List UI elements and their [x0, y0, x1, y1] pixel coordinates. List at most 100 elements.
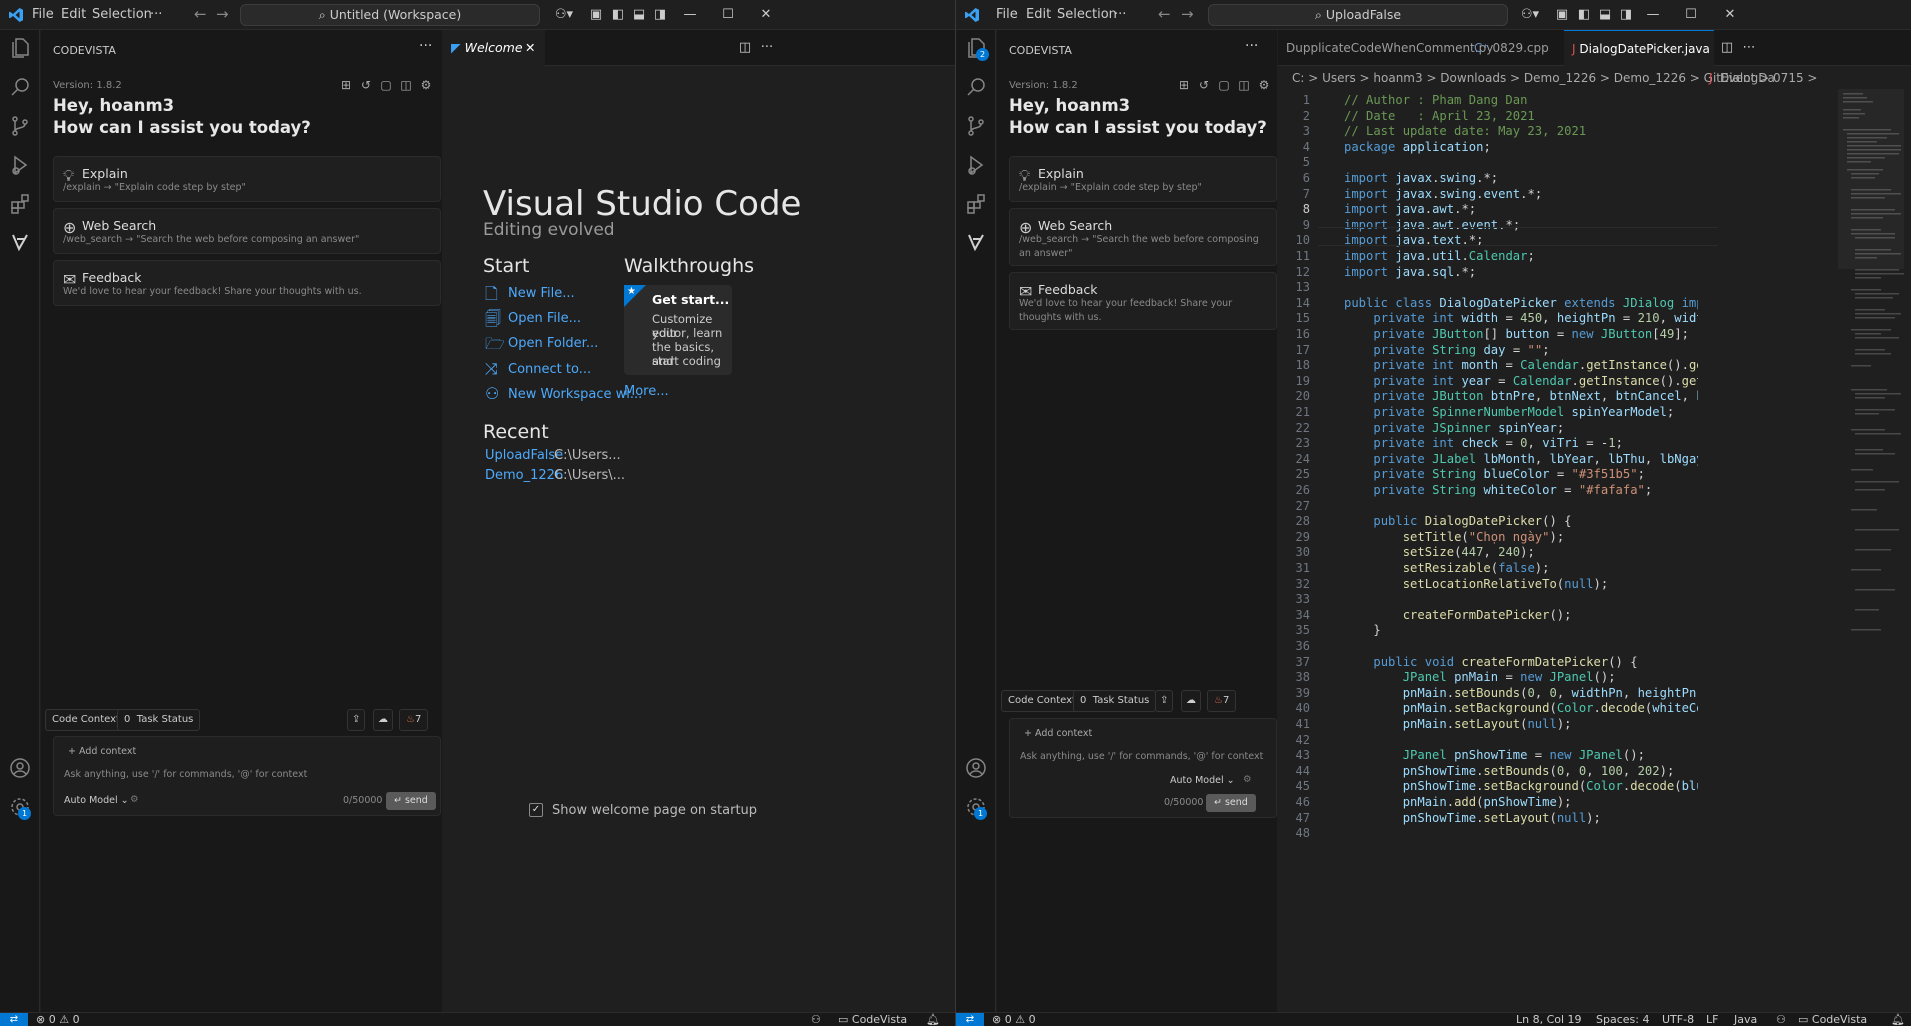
cursor-position[interactable]: Ln 8, Col 19: [1516, 1013, 1582, 1026]
more-walkthroughs-link[interactable]: More...: [624, 384, 669, 399]
menu-file[interactable]: File: [32, 7, 54, 22]
panel-more-icon[interactable]: ···: [419, 38, 432, 54]
notifications-bell-icon[interactable]: 🔔︎: [1891, 1013, 1905, 1026]
explain-card[interactable]: 💡︎ Explain /explain → "Explain code step…: [1009, 156, 1277, 202]
copilot-icon[interactable]: ⚇▾: [552, 7, 576, 23]
minimize-icon[interactable]: —: [1645, 7, 1661, 23]
toggle-panel-icon[interactable]: ⬓: [631, 7, 647, 23]
show-on-startup-checkbox[interactable]: ✓: [529, 803, 543, 817]
menu-edit[interactable]: Edit: [1026, 7, 1051, 22]
tools-icon[interactable]: ⚙: [1243, 774, 1252, 785]
code-line[interactable]: public void createFormDatePicker() {: [1344, 655, 1637, 671]
code-line[interactable]: private int year = Calendar.getInstance(…: [1344, 374, 1698, 390]
maximize-icon[interactable]: ☐: [720, 7, 736, 23]
code-line[interactable]: import java.sql.*;: [1344, 265, 1476, 281]
codevista-status[interactable]: ▭ CodeVista: [838, 1013, 907, 1026]
recent-item-uploadfalse[interactable]: UploadFalse: [485, 448, 563, 463]
copilot-status-icon[interactable]: ⚇: [1776, 1013, 1786, 1026]
settings-gear-icon[interactable]: ⚙: [1257, 78, 1271, 92]
code-line[interactable]: // Date : April 23, 2021: [1344, 109, 1535, 125]
model-selector[interactable]: Auto Model ⌄: [64, 795, 129, 806]
tools-icon[interactable]: ⚙: [130, 794, 139, 805]
codevista-icon[interactable]: [8, 230, 32, 254]
tab-dupplicate-py[interactable]: DupplicateCodeWhenComment.py ●: [1278, 30, 1493, 91]
remote-indicator-icon[interactable]: ⇄: [0, 1013, 28, 1026]
split-view-icon[interactable]: ◫: [399, 78, 413, 92]
upload-icon[interactable]: ⇪: [347, 709, 366, 731]
task-status-chip[interactable]: 0 Task Status: [1073, 690, 1157, 712]
indentation[interactable]: Spaces: 4: [1596, 1013, 1649, 1026]
code-editor[interactable]: C: > Users > hoanm3 > Downloads > Demo_1…: [1278, 67, 1911, 1012]
editor-more-icon[interactable]: ⋯: [1741, 40, 1757, 56]
code-line[interactable]: public class DialogDatePicker extends JD…: [1344, 296, 1698, 312]
toggle-secondary-sidebar-icon[interactable]: ◨: [652, 7, 668, 23]
connect-to-link[interactable]: Connect to...: [508, 362, 591, 377]
extensions-icon[interactable]: [8, 192, 32, 216]
menu-edit[interactable]: Edit: [61, 7, 86, 22]
new-chat-icon[interactable]: ⊞: [339, 78, 353, 92]
manage-gear-icon[interactable]: 1: [8, 795, 32, 820]
code-context-chip[interactable]: Code Context: [1001, 690, 1083, 712]
send-button[interactable]: ↵ send: [1206, 794, 1256, 812]
minimap[interactable]: [1838, 89, 1904, 689]
code-line[interactable]: private String whiteColor = "#fafafa";: [1344, 483, 1652, 499]
code-line[interactable]: JPanel pnShowTime = new JPanel();: [1344, 748, 1645, 764]
web-search-card[interactable]: ⊕ Web Search /web_search → "Search the w…: [53, 208, 441, 254]
open-file-link[interactable]: Open File...: [508, 311, 581, 326]
code-line[interactable]: // Author : Pham Dang Dan: [1344, 93, 1527, 109]
toggle-secondary-sidebar-icon[interactable]: ◨: [1618, 7, 1634, 23]
toggle-panel-icon[interactable]: ⬓: [1597, 7, 1613, 23]
walkthrough-card[interactable]: ★ Get start... Customize your editor, le…: [624, 285, 732, 375]
extensions-icon[interactable]: [964, 192, 988, 216]
code-line[interactable]: private int check = 0, viTri = -1;: [1344, 436, 1623, 452]
model-selector[interactable]: Auto Model ⌄: [1170, 775, 1235, 786]
menu-selection[interactable]: Selection: [92, 7, 152, 22]
language-mode[interactable]: Java: [1734, 1013, 1757, 1026]
chat-input-placeholder[interactable]: Ask anything, use '/' for commands, '@' …: [64, 769, 307, 780]
history-icon[interactable]: ↺: [1197, 78, 1211, 92]
code-line[interactable]: pnShowTime.setBackground(Color.decode(bl…: [1344, 779, 1698, 795]
cloud-icon[interactable]: ☁: [373, 709, 393, 731]
new-file-link[interactable]: New File...: [508, 286, 575, 301]
cloud-icon[interactable]: ☁: [1181, 690, 1201, 712]
code-line[interactable]: setLocationRelativeTo(null);: [1344, 577, 1608, 593]
send-button[interactable]: ↵ send: [386, 792, 436, 810]
code-line[interactable]: private JButton btnPre, btnNext, btnCanc…: [1344, 389, 1698, 405]
maximize-icon[interactable]: ☐: [1683, 7, 1699, 23]
code-line[interactable]: // Last update date: May 23, 2021: [1344, 124, 1586, 140]
code-line[interactable]: private JLabel lbMonth, lbYear, lbThu, l…: [1344, 452, 1698, 468]
add-context-button[interactable]: + Add context: [68, 746, 136, 757]
recent-item-demo[interactable]: Demo_1226: [485, 468, 563, 483]
code-line[interactable]: private String day = "";: [1344, 343, 1549, 359]
split-editor-icon[interactable]: ◫: [737, 40, 753, 56]
toggle-primary-sidebar-icon[interactable]: ◧: [1576, 7, 1592, 23]
close-icon[interactable]: ✕: [758, 7, 774, 23]
code-line[interactable]: private int month = Calendar.getInstance…: [1344, 358, 1698, 374]
menu-selection[interactable]: Selection: [1057, 7, 1117, 22]
tab-welcome[interactable]: ◤ Welcome ✕: [443, 30, 545, 66]
editor-more-icon[interactable]: ···: [759, 40, 775, 56]
back-icon[interactable]: ←: [1158, 5, 1171, 23]
remote-indicator-icon[interactable]: ⇄: [956, 1013, 984, 1026]
fire-badge[interactable]: ♨7: [1207, 690, 1237, 712]
chat-input-box[interactable]: + Add context Ask anything, use '/' for …: [1009, 718, 1277, 818]
problems-indicator[interactable]: ⊗ 0 ⚠ 0: [36, 1013, 80, 1026]
code-line[interactable]: pnShowTime.setBounds(0, 0, 100, 202);: [1344, 764, 1675, 780]
upload-icon[interactable]: ⇪: [1155, 690, 1174, 712]
toggle-primary-sidebar-icon[interactable]: ◧: [610, 7, 626, 23]
history-icon[interactable]: ↺: [359, 78, 373, 92]
clipboard-icon[interactable]: ▢: [379, 78, 393, 92]
code-line[interactable]: }: [1344, 623, 1380, 639]
code-line[interactable]: private JButton[] button = new JButton[4…: [1344, 327, 1689, 343]
code-line[interactable]: createFormDatePicker();: [1344, 608, 1572, 624]
code-context-chip[interactable]: Code Context: [45, 709, 127, 731]
line-ending[interactable]: LF: [1706, 1013, 1718, 1026]
notifications-bell-icon[interactable]: 🔔︎: [926, 1013, 940, 1026]
search-icon[interactable]: [8, 75, 32, 99]
codevista-status[interactable]: ▭ CodeVista: [1798, 1013, 1867, 1026]
encoding[interactable]: UTF-8: [1662, 1013, 1694, 1026]
minimize-icon[interactable]: —: [682, 7, 698, 23]
explorer-icon[interactable]: 2: [964, 36, 989, 61]
code-line[interactable]: private int width = 450, heightPn = 210,…: [1344, 311, 1698, 327]
back-icon[interactable]: ←: [194, 5, 207, 23]
